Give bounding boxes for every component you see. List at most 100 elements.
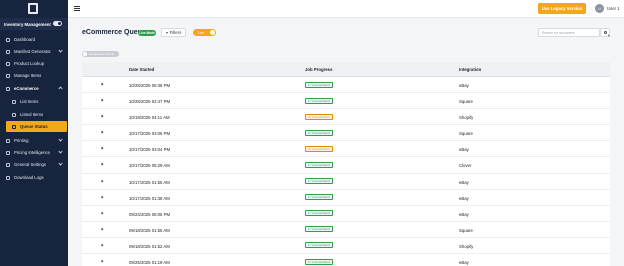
expand-row-chevron-icon[interactable] [100,82,104,86]
job-progress-badge: 5 / 5 items listed [305,129,333,136]
sidebar-item-label: Pricing Intelligence [14,150,51,155]
column-header-integration[interactable]: Integration [459,67,481,72]
integration-cell: Clover [459,163,472,169]
main-content: eCommerce Queue Live Mode Filters Live G… [68,18,624,266]
table-row[interactable]: 10/17/2025 05:29 AM 1 / 1 items listed Clo… [82,157,610,174]
filters-button[interactable]: Filters [161,28,186,37]
sidebar-item-listed-items[interactable]: Listed Items [0,109,68,120]
top-bar: Use Legacy Version U User 1 [68,0,624,18]
table-row[interactable]: 09/18/2025 01:52 AM 1 / 1 items listed Sho… [82,237,610,255]
expand-row-chevron-icon[interactable] [100,211,104,215]
live-toggle[interactable]: Live [193,29,216,36]
page-title: eCommerce Queue [82,29,146,36]
job-progress-badge: 1 / 1 items listed [305,97,333,104]
search-input[interactable] [538,28,600,37]
table-row[interactable]: 10/17/2025 01:55 AM 1 / 1 items listed eBa… [82,173,610,190]
integration-cell: Square [459,227,473,233]
date-started-cell: 09/18/2025 01:52 AM [129,243,170,249]
integration-cell: eBay [459,195,469,201]
sidebar-item-label: Printing [14,138,29,143]
integration-cell: eBay [459,211,469,217]
sidebar-item-label: Download Logs [14,175,44,180]
sidebar-item-printing[interactable]: Printing [0,135,68,146]
table-row[interactable]: 10/28/2025 06:38 PM 1 / 1 items listed eBa… [82,77,610,94]
grouped-by-job-id-toggle[interactable]: Grouped by Job ID [82,51,119,57]
ecommerce-icon [6,86,10,91]
sidebar-item-download-logs[interactable]: Download Logs [0,172,68,183]
sidebar-item-label: Manifest Generator [14,49,51,54]
chevron-down-icon [58,137,63,142]
integration-cell: eBay [459,147,469,153]
integration-cell: eBay [459,83,469,88]
job-progress-badge: 1 / 1 items listed [305,210,333,217]
table-row[interactable]: 10/17/2025 01:38 AM 1 / 1 items listed eBa… [82,189,610,206]
settings-icon [6,162,10,167]
date-started-cell: 10/17/2025 01:55 AM [129,179,170,185]
printer-icon [6,138,10,143]
search-button[interactable] [600,28,610,37]
inventory-management-toggle-row: Inventory Management [0,18,68,30]
sidebar-item-label: Listed Items [20,112,44,117]
filters-label: Filters [169,30,182,35]
column-header-job-progress[interactable]: Job Progress [305,67,332,72]
date-started-cell: 09/24/2025 06:06 PM [129,211,171,217]
sidebar-item-product-lookup[interactable]: Product Lookup [0,58,68,69]
integration-cell: Shopify [459,243,474,249]
expand-row-chevron-icon[interactable] [100,227,104,231]
job-progress-badge: 2 / 4 items listed [305,145,333,152]
date-started-cell: 10/28/2025 06:38 PM [129,83,171,88]
use-legacy-version-button[interactable]: Use Legacy Version [538,3,586,14]
column-header-date-started[interactable]: Date Started [129,67,154,72]
expand-row-chevron-icon[interactable] [100,179,104,183]
sidebar-item-queue-status[interactable]: Queue Status [6,121,67,132]
hamburger-menu-icon[interactable] [74,6,80,11]
table-header: Date Started Job Progress Integration [82,62,610,77]
integration-cell: Square [459,131,473,137]
expand-row-chevron-icon[interactable] [100,243,104,247]
integration-cell: Shopify [459,115,474,121]
pricing-icon [6,150,10,155]
date-started-cell: 10/17/2025 01:38 AM [129,195,170,201]
listed-icon [12,112,16,117]
expand-row-chevron-icon[interactable] [100,259,104,263]
download-icon [6,175,10,180]
avatar[interactable]: U [595,4,604,13]
sidebar-item-manage-items[interactable]: Manage Items [0,70,68,81]
sidebar: Inventory Management Dashboard Manifest … [0,0,68,266]
sidebar-item-label: eCommerce [14,86,39,91]
expand-row-chevron-icon[interactable] [100,195,104,199]
table-row[interactable]: 10/17/2025 03:04 PM 2 / 4 items listed eBa… [82,141,610,158]
job-progress-badge: 1 / 1 items listed [305,194,333,201]
expand-row-chevron-icon[interactable] [100,162,104,167]
chevron-up-icon [58,86,63,91]
expand-row-chevron-icon[interactable] [100,146,104,151]
sidebar-item-pricing-intelligence[interactable]: Pricing Intelligence [0,147,68,158]
expand-row-chevron-icon[interactable] [100,130,104,135]
integration-cell: Square [459,99,473,105]
expand-row-chevron-icon[interactable] [100,98,104,102]
table-row[interactable]: 10/19/2025 04:11 AM 0 / 5 items listed Sho… [82,109,610,126]
chevron-down-icon [58,161,63,166]
sidebar-item-general-settings[interactable]: General Settings [0,159,68,170]
chevron-down-icon [58,149,63,154]
sidebar-item-dashboard[interactable]: Dashboard [0,34,68,45]
sidebar-item-label: Dashboard [14,37,36,42]
table-row[interactable]: 09/25/2025 01:19 AM 1 / 1 items listed eBa… [82,254,610,266]
job-progress-badge: 1 / 1 items listed [305,161,333,168]
inventory-management-toggle[interactable] [53,21,62,26]
items-icon [6,73,10,78]
sidebar-item-label: General Settings [14,162,47,167]
live-toggle-label: Live [198,30,204,35]
table-row[interactable]: 09/24/2025 06:06 PM 1 / 1 items listed eBa… [82,205,610,222]
lookup-icon [6,61,10,66]
expand-row-chevron-icon[interactable] [100,114,104,119]
sidebar-item-list-items[interactable]: List Items [0,96,68,107]
sidebar-item-ecommerce[interactable]: eCommerce [0,83,68,94]
table-row[interactable]: 10/28/2025 02:47 PM 1 / 1 items listed Squ… [82,93,610,110]
table-row[interactable]: 09/18/2025 01:55 AM 1 / 1 items listed Squ… [82,221,610,238]
table-row[interactable]: 10/17/2025 03:06 PM 5 / 5 items listed Squ… [82,125,610,142]
user-name[interactable]: User 1 [607,6,620,11]
date-started-cell: 10/17/2025 05:29 AM [129,163,170,169]
app-logo [28,3,38,14]
sidebar-item-manifest-generator[interactable]: Manifest Generator [0,46,68,57]
